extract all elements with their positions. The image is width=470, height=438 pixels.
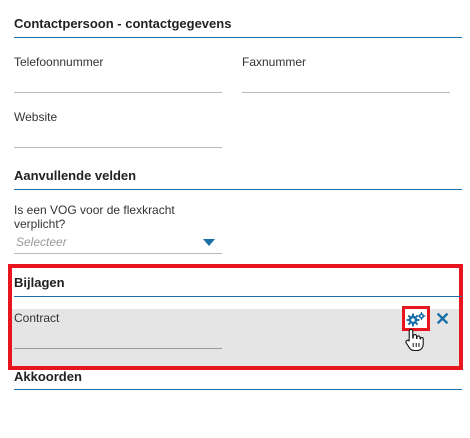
website-input[interactable]: [14, 127, 222, 147]
phone-input[interactable]: [14, 72, 222, 92]
website-label: Website: [14, 110, 58, 124]
attachments-section-title: Bijlagen: [14, 275, 65, 290]
agreements-section-divider: [14, 389, 462, 390]
contract-input[interactable]: [14, 328, 222, 348]
website-underline: [14, 147, 222, 148]
vog-select[interactable]: Selecteer: [14, 233, 222, 253]
fax-input[interactable]: [242, 72, 450, 92]
phone-label: Telefoonnummer: [14, 55, 104, 69]
fax-underline: [242, 92, 450, 93]
gears-icon: [406, 311, 426, 326]
phone-underline: [14, 92, 222, 93]
agreements-section-title: Akkoorden: [14, 369, 82, 384]
extra-section-title: Aanvullende velden: [14, 168, 137, 183]
contract-underline: [14, 348, 222, 349]
contact-section-divider: [14, 37, 462, 38]
attachments-section-divider: [14, 296, 462, 297]
vog-select-placeholder: Selecteer: [16, 235, 67, 249]
vog-underline: [14, 253, 222, 254]
close-icon[interactable]: ✕: [435, 310, 450, 328]
contract-label: Contract: [14, 311, 60, 325]
vog-label: Is een VOG voor de flexkracht verplicht?: [14, 203, 175, 231]
chevron-down-icon[interactable]: [203, 239, 215, 246]
fax-label: Faxnummer: [242, 55, 307, 69]
hand-cursor-icon: [405, 328, 424, 352]
contact-section-title: Contactpersoon - contactgegevens: [14, 16, 232, 31]
extra-section-divider: [14, 189, 462, 190]
